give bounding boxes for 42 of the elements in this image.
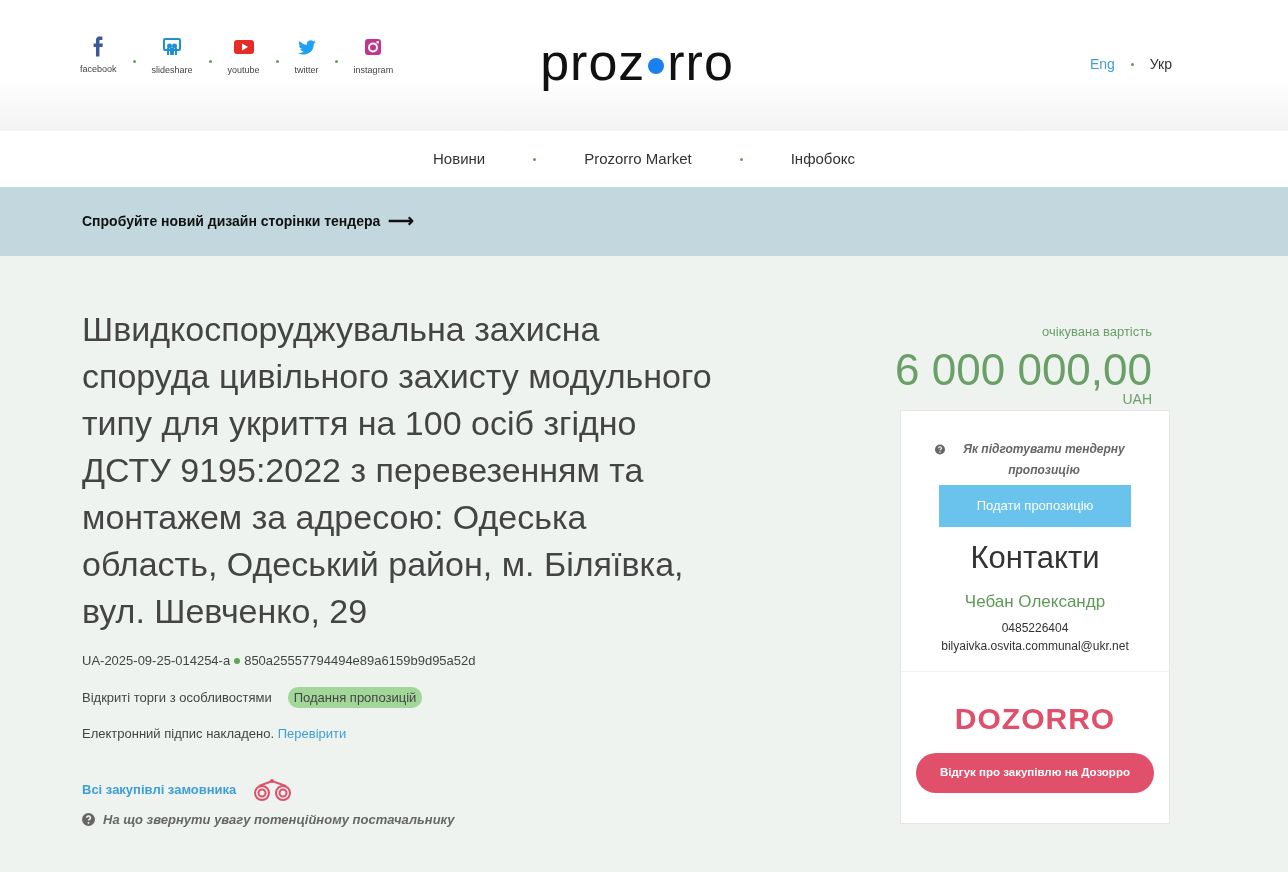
help-icon bbox=[935, 442, 945, 456]
social-link[interactable]: slideshare bbox=[151, 36, 193, 78]
help-link[interactable]: Як підготувати тендерну пропозицію bbox=[953, 438, 1135, 481]
tender-id: UA-2025-09-25-014254-a bbox=[82, 652, 231, 670]
separator-dot bbox=[533, 157, 537, 161]
language-link[interactable]: Укр bbox=[1149, 54, 1172, 75]
slideshare-icon bbox=[161, 36, 184, 58]
logo-dot-icon bbox=[647, 57, 666, 75]
contact-name: Чебан Олександр bbox=[964, 591, 1106, 613]
hint-text[interactable]: На що звернути увагу потенційному постачальнику bbox=[103, 809, 455, 829]
separator-dot bbox=[739, 157, 743, 161]
status-badge: Подання пропозицій bbox=[287, 686, 423, 708]
contact-phone: 0485226404 bbox=[1001, 619, 1069, 637]
tender-hash: 850a25557794494e89a6159b9d95a52d bbox=[244, 652, 476, 670]
facebook-icon bbox=[93, 36, 104, 57]
separator-dot bbox=[275, 60, 279, 63]
new-design-link[interactable]: Спробуйте новий дизайн сторінки тендера bbox=[82, 211, 381, 232]
help-icon bbox=[82, 812, 95, 826]
signature-text: Електронний підпис накладено. bbox=[82, 726, 275, 741]
nav-link[interactable]: Новини bbox=[433, 147, 486, 171]
procedure-type: Відкриті торги з особливостями bbox=[82, 688, 272, 707]
logo-text[interactable]: rro bbox=[667, 36, 734, 88]
dozorro-review-button[interactable]: Відгук про закупівлю на Дозорро bbox=[916, 752, 1154, 793]
price-amount: 6 000 000,00 bbox=[895, 347, 1152, 392]
separator-dot bbox=[132, 60, 136, 63]
tender-title: Швидкоспоруджувальна захисна споруда цивільного захисту модульного типу для укриття на 100 осіб згідно ДСТУ 9195:2022 з перевезенням та монтажем за адресою: Одеська область, Одеський район, м. Біляївка, вул. Шевченко, 29 bbox=[82, 309, 713, 632]
separator-dot bbox=[1130, 63, 1134, 66]
separator-dot bbox=[334, 60, 338, 63]
nav-link[interactable]: Prozorro Market bbox=[584, 147, 692, 171]
social-link[interactable]: instagram bbox=[353, 36, 394, 78]
currency: UAH bbox=[1122, 391, 1152, 406]
price-label: очікувана вартість bbox=[1042, 323, 1152, 341]
nav-link[interactable]: Інфобокс bbox=[790, 147, 855, 171]
contact-email: bilyaivka.osvita.communal@ukr.net bbox=[941, 637, 1129, 655]
arrow-icon: ⟶ bbox=[388, 208, 415, 235]
social-link[interactable]: youtube bbox=[227, 36, 260, 78]
social-link[interactable]: facebook bbox=[80, 36, 117, 77]
social-link[interactable]: twitter bbox=[294, 36, 319, 78]
separator-dot bbox=[208, 60, 212, 63]
contacts-title: Контакти bbox=[970, 538, 1100, 577]
dot-icon bbox=[234, 657, 241, 664]
dozorro-logo: DOZORRO bbox=[954, 700, 1116, 737]
